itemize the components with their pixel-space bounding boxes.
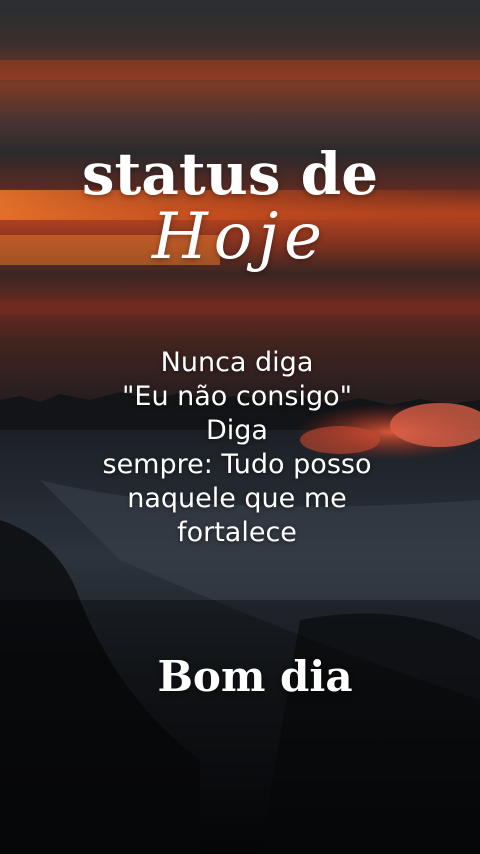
quote-line: sempre: Tudo posso <box>102 449 372 480</box>
title-status-de: status de <box>81 140 379 208</box>
quote-line: "Eu não consigo" <box>121 381 353 412</box>
quote-line: Nunca diga <box>160 347 314 378</box>
quote-text: Nunca diga "Eu não consigo" Diga sempre:… <box>0 346 474 550</box>
status-image: status de Hoje Nunca diga "Eu não consig… <box>0 0 480 854</box>
quote-line: naquele que me <box>127 483 347 514</box>
quote-line: fortalece <box>177 517 297 548</box>
greeting-bom-dia: Bom dia <box>157 652 353 701</box>
title-hoje: Hoje <box>151 200 329 274</box>
quote-line: Diga <box>206 415 268 446</box>
